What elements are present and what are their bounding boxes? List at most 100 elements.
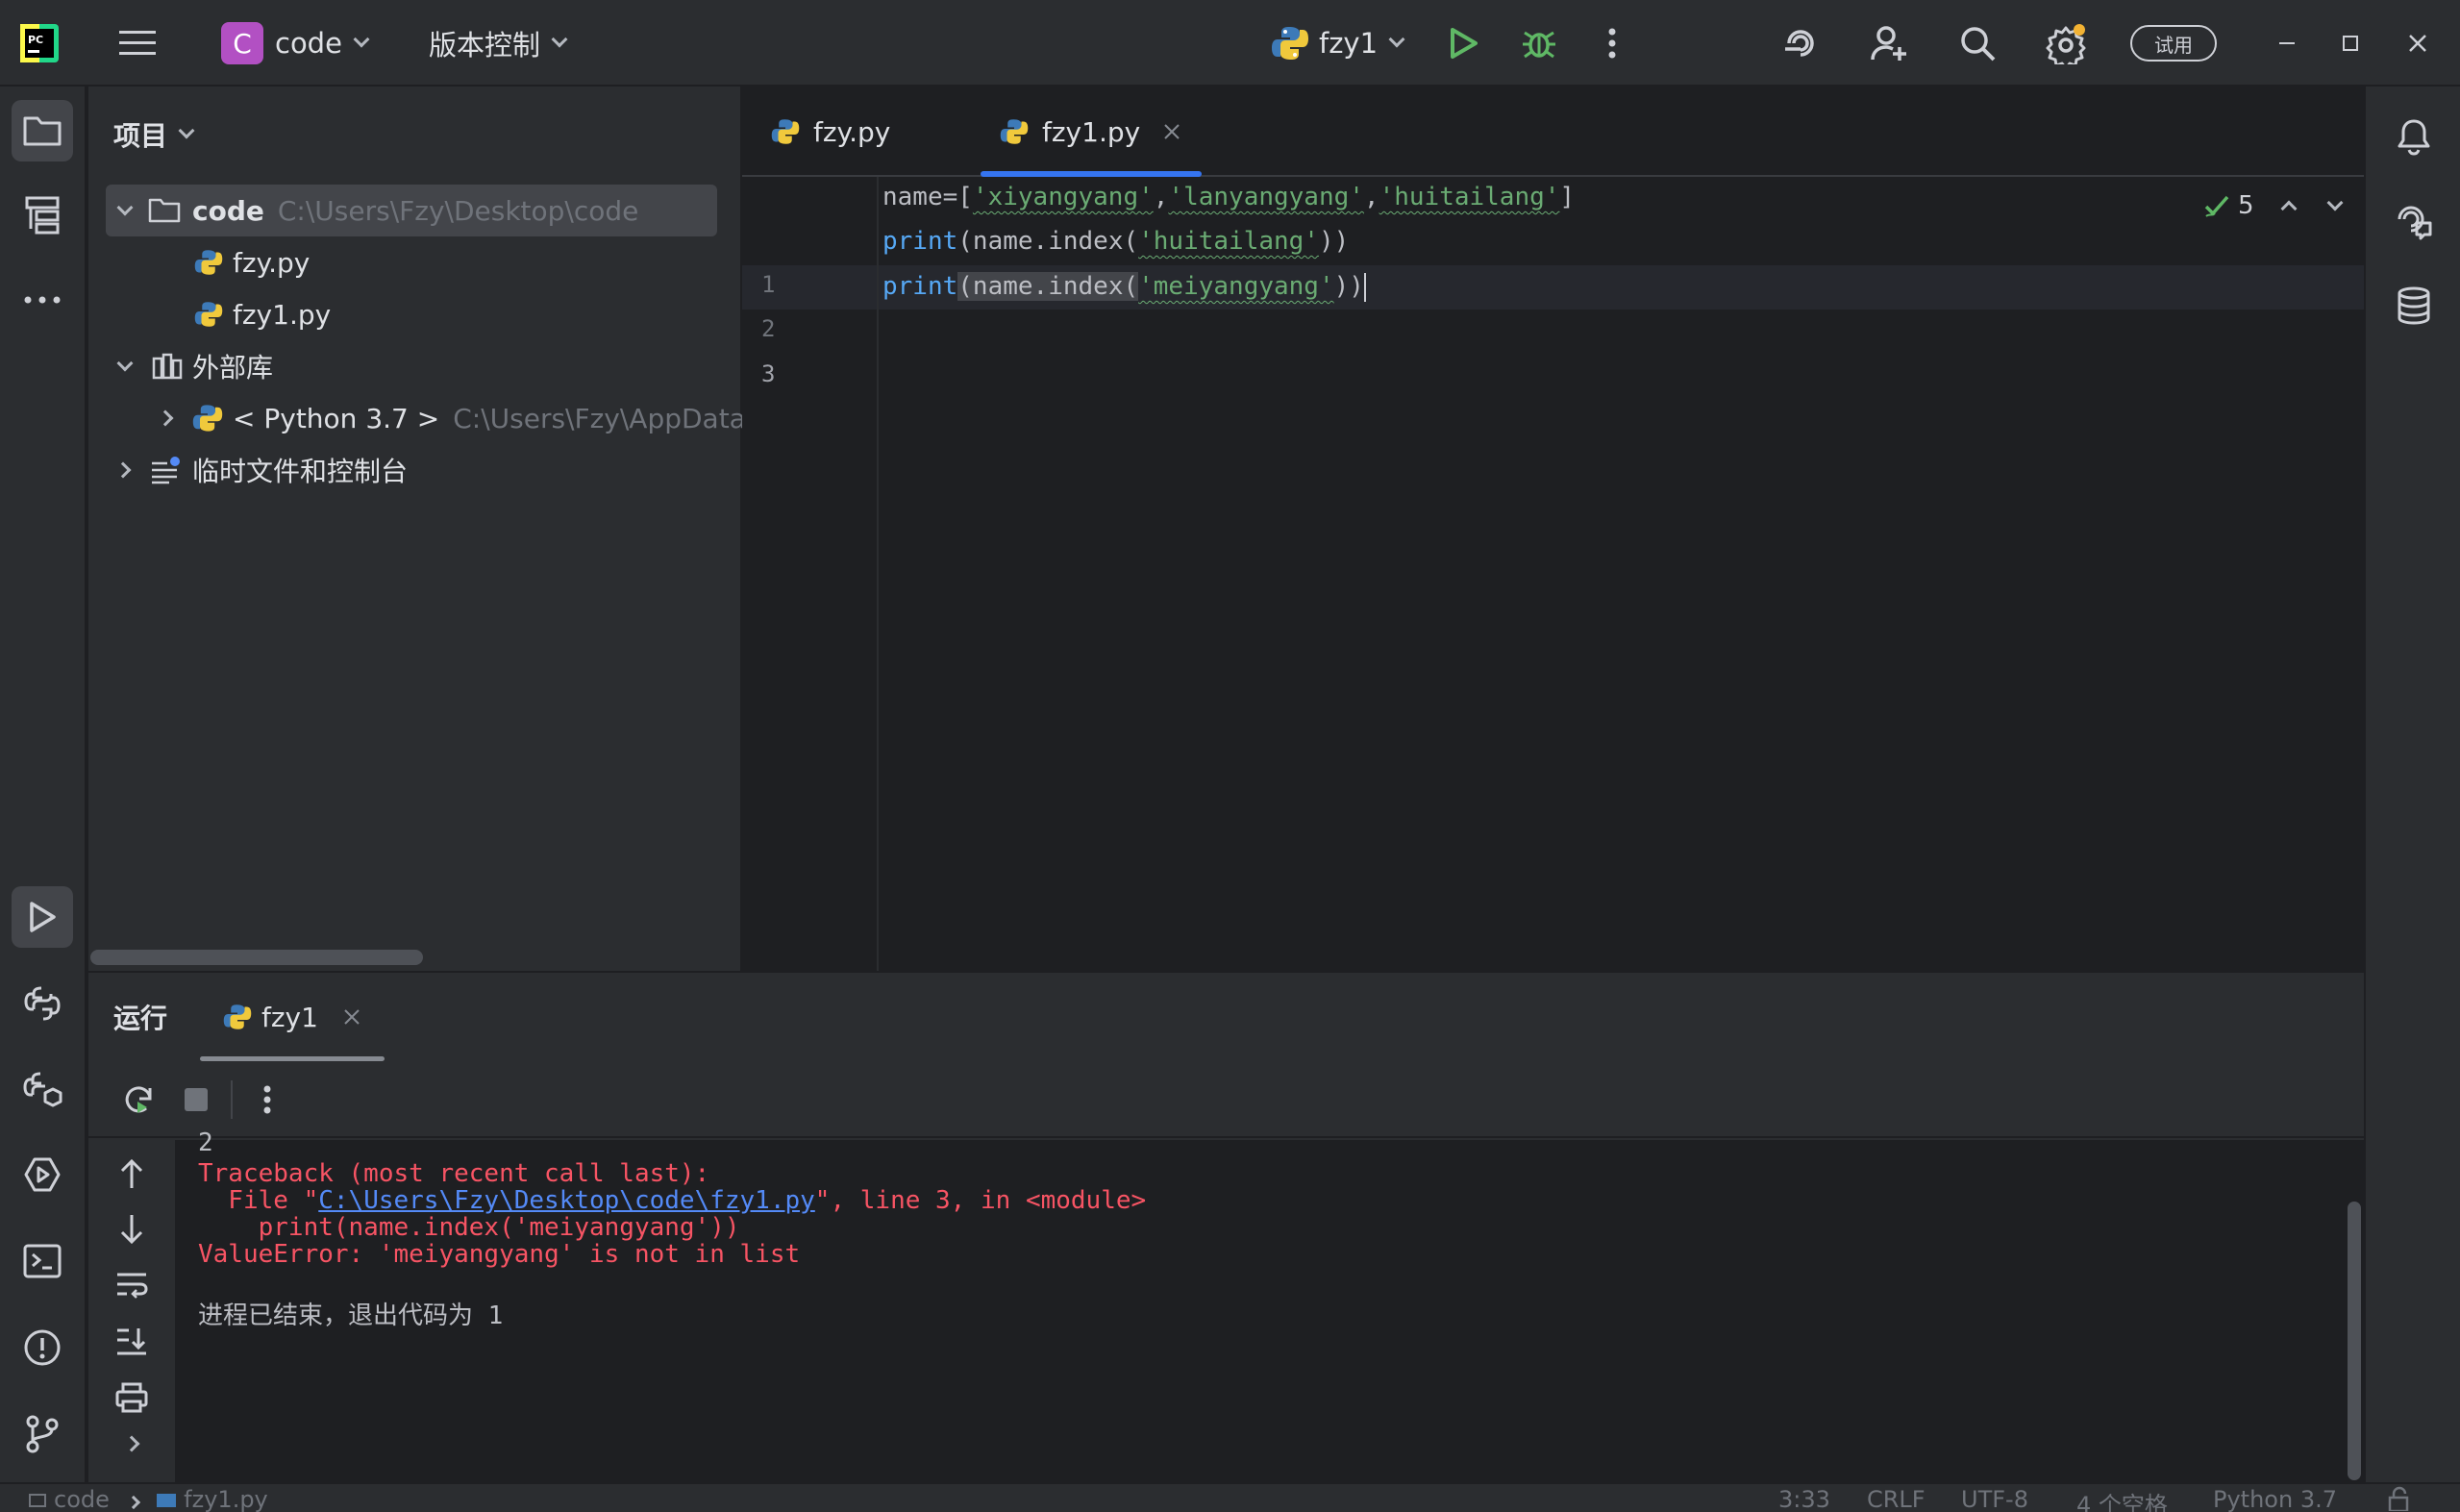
root-folder-path: C:\Users\Fzy\Desktop\code — [277, 194, 639, 227]
code-token: ] — [1559, 183, 1576, 211]
trial-label: 试用 — [2130, 25, 2217, 62]
python-console-icon[interactable] — [12, 973, 73, 1034]
run-toolbar — [88, 1061, 2364, 1138]
search-icon[interactable] — [1955, 21, 2000, 65]
chevron-down-icon — [116, 199, 134, 216]
breadcrumb[interactable]: code fzy1.py — [29, 1486, 268, 1512]
soft-wrap-icon[interactable] — [88, 1271, 175, 1300]
more-tools-icon[interactable] — [12, 269, 73, 331]
chevron-down-icon[interactable] — [2326, 194, 2344, 211]
svg-text:PC: PC — [28, 34, 43, 46]
trial-badge[interactable]: 试用 — [2130, 0, 2217, 87]
line-separator[interactable]: CRLF — [1867, 1486, 1926, 1512]
python-file-icon — [157, 1494, 177, 1507]
string-literal: 'huitailang' — [1379, 183, 1560, 211]
run-icon[interactable] — [1442, 21, 1486, 65]
run-config-selector[interactable]: fzy1 — [1271, 0, 1405, 87]
chevron-right-icon — [126, 1495, 140, 1510]
tab-fzy[interactable]: fzy.py — [771, 87, 890, 177]
python-file-icon — [771, 117, 800, 146]
code-line-2[interactable]: print(name.index('huitailang')) — [882, 227, 1349, 256]
stop-icon[interactable] — [175, 1078, 217, 1121]
chevron-right-icon — [114, 461, 132, 479]
console-output[interactable]: 2 Traceback (most recent call last): Fil… — [175, 1128, 2364, 1484]
right-tool-strip — [2364, 87, 2460, 1482]
file-link[interactable]: C:\Users\Fzy\Desktop\code\fzy1.py — [318, 1186, 815, 1215]
tree-external-libraries[interactable]: 外部库 — [116, 340, 273, 392]
console-scrollbar[interactable] — [2348, 1202, 2361, 1480]
tree-root-folder[interactable]: code C:\Users\Fzy\Desktop\code — [106, 185, 717, 236]
root-folder-name: code — [192, 194, 264, 227]
python-file-icon — [194, 300, 223, 329]
scroll-down-icon[interactable] — [88, 1213, 175, 1246]
builtin-print: print — [882, 272, 958, 301]
terminal-icon[interactable] — [12, 1230, 73, 1292]
chevron-down-icon — [116, 355, 134, 372]
tab-label: fzy1.py — [1042, 115, 1141, 148]
run-tab-fzy1[interactable]: fzy1 — [200, 973, 385, 1061]
tree-python-sdk[interactable]: < Python 3.7 > C:\Users\Fzy\AppData\Lo — [157, 392, 786, 444]
caret-position[interactable]: 3:33 — [1778, 1486, 1830, 1512]
tree-scratches[interactable]: 临时文件和控制台 — [114, 444, 408, 496]
database-icon[interactable] — [2383, 275, 2445, 336]
close-tab-icon[interactable] — [343, 1008, 360, 1026]
indent-setting[interactable]: 4 个空格 — [2076, 1486, 2168, 1512]
string-literal: 'meiyangyang' — [1138, 272, 1334, 301]
scroll-to-end-icon[interactable] — [88, 1326, 175, 1355]
pycharm-logo-icon: PC — [17, 21, 62, 65]
project-panel-header[interactable]: 项目 — [113, 87, 195, 183]
traceback-header: Traceback (most recent call last): — [198, 1159, 710, 1188]
print-icon[interactable] — [88, 1382, 175, 1413]
python-packages-icon[interactable] — [12, 1059, 73, 1121]
run-tab-label: fzy1 — [261, 1001, 318, 1033]
settings-icon[interactable] — [2042, 19, 2090, 67]
more-actions-icon[interactable] — [1590, 21, 1634, 65]
notifications-icon[interactable] — [2383, 106, 2445, 167]
run-config-name: fzy1 — [1319, 27, 1379, 60]
vcs-menu[interactable]: 版本控制 — [429, 0, 568, 87]
tree-file-fzy1[interactable]: fzy1.py — [194, 288, 331, 340]
tree-file-fzy[interactable]: fzy.py — [194, 236, 310, 288]
code-token: (name.index( — [957, 227, 1139, 256]
editor-tabs: fzy.py fzy1.py — [742, 87, 2364, 177]
code-line-1[interactable]: name=['xiyangyang','lanyangyang','huitai… — [882, 183, 1575, 211]
project-switcher[interactable]: C code — [221, 0, 370, 87]
problems-icon[interactable] — [12, 1317, 73, 1378]
project-view-icon[interactable] — [12, 100, 73, 161]
chevron-up-icon[interactable] — [2280, 200, 2298, 217]
tab-fzy1[interactable]: fzy1.py — [981, 87, 1202, 177]
services-icon[interactable] — [12, 1144, 73, 1205]
status-bar: code fzy1.py 3:33 CRLF UTF-8 4 个空格 Pytho… — [0, 1482, 2460, 1512]
debug-icon[interactable] — [1517, 21, 1561, 65]
file-name: fzy.py — [233, 246, 311, 279]
rerun-icon[interactable] — [117, 1078, 160, 1121]
python-icon — [192, 403, 223, 434]
structure-icon[interactable] — [12, 185, 73, 246]
project-badge: C — [221, 22, 263, 64]
code-line-3[interactable]: print(name.index('meiyangyang')) — [882, 272, 1366, 302]
lock-icon[interactable] — [2386, 1486, 2415, 1512]
scratches-icon — [150, 456, 183, 484]
add-user-icon[interactable] — [1867, 21, 1911, 65]
chevron-down-icon — [178, 122, 195, 139]
chevron-down-icon — [353, 31, 370, 48]
ai-assistant-icon[interactable] — [1778, 21, 1823, 65]
horizontal-scrollbar[interactable] — [90, 950, 423, 965]
expand-more-icon[interactable] — [88, 1435, 175, 1452]
line-number-gutter: 1 2 3 — [742, 177, 879, 971]
interpreter-selector[interactable]: Python 3.7 — [2213, 1486, 2337, 1512]
file-encoding[interactable]: UTF-8 — [1961, 1486, 2028, 1512]
maximize-icon[interactable] — [2328, 21, 2373, 65]
git-branch-icon[interactable] — [12, 1403, 73, 1465]
line-number: 3 — [761, 360, 776, 387]
ai-chat-icon[interactable] — [2383, 190, 2445, 252]
more-options-icon[interactable] — [246, 1078, 288, 1121]
traceback-file-line: File "C:\Users\Fzy\Desktop\code\fzy1.py"… — [198, 1186, 1146, 1215]
run-tool-icon[interactable] — [12, 886, 73, 948]
inspection-widget[interactable]: 5 — [2203, 186, 2344, 225]
scroll-up-icon[interactable] — [88, 1157, 175, 1190]
main-menu-icon[interactable] — [115, 21, 160, 65]
close-window-icon[interactable] — [2396, 21, 2440, 65]
minimize-icon[interactable] — [2265, 21, 2309, 65]
close-tab-icon[interactable] — [1163, 123, 1180, 140]
